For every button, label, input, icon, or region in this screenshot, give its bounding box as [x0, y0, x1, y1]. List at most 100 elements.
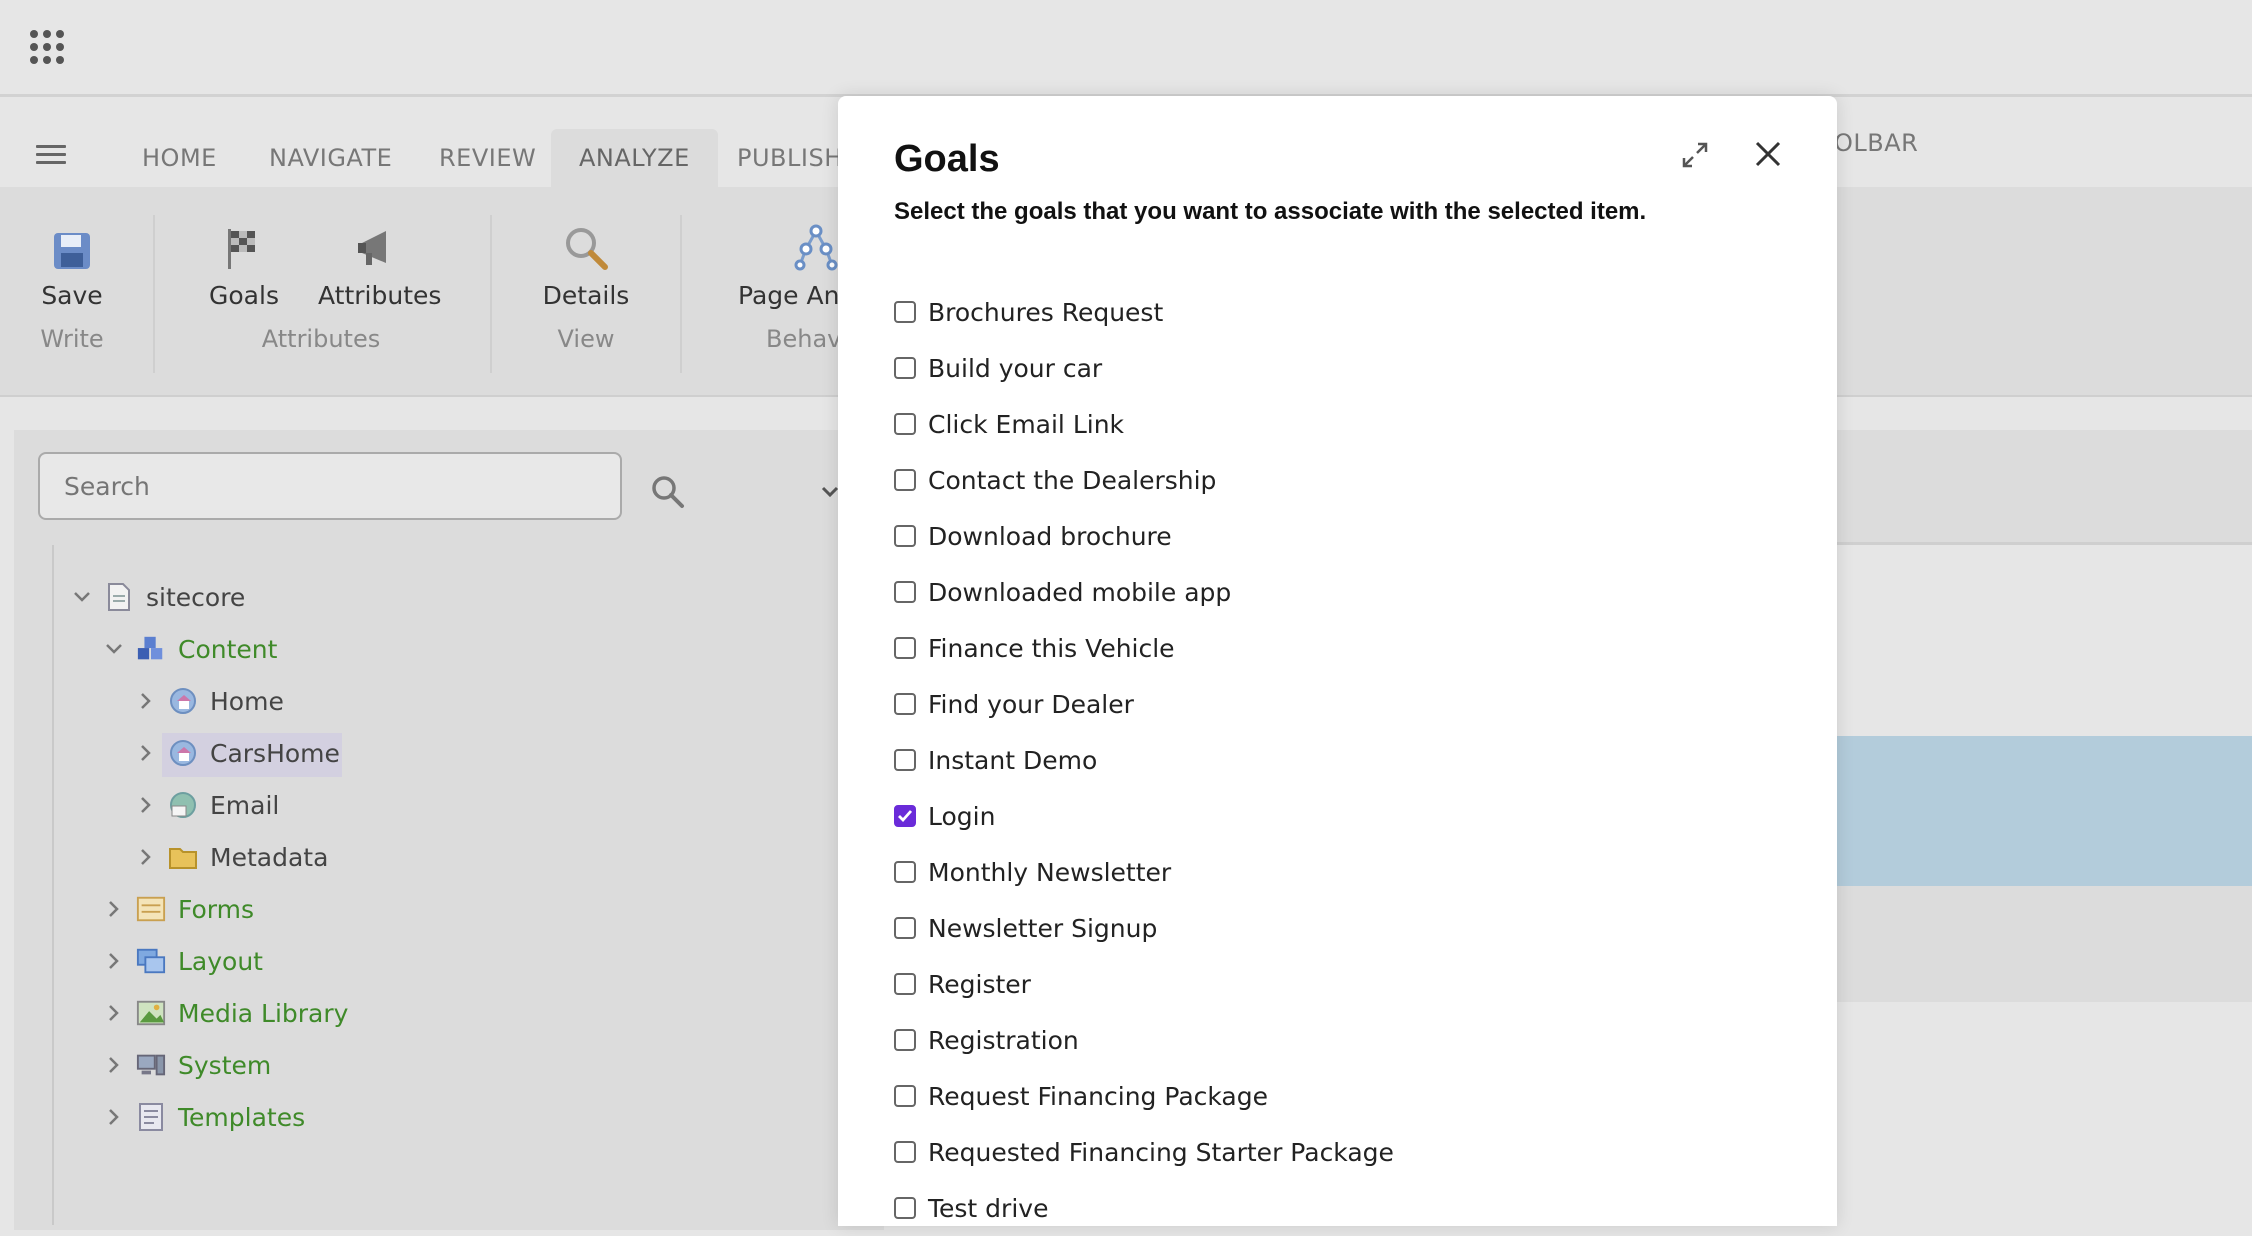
goal-checkbox-row[interactable]: Find your Dealer: [894, 676, 1394, 732]
chevron-right-icon[interactable]: [132, 848, 160, 866]
tree-node-label: CarsHome: [210, 738, 340, 768]
chevron-down-icon[interactable]: [68, 591, 96, 603]
checkbox[interactable]: [894, 861, 916, 883]
chevron-down-icon[interactable]: [820, 484, 840, 503]
goal-checkbox-row[interactable]: Finance this Vehicle: [894, 620, 1394, 676]
chevron-right-icon[interactable]: [100, 1004, 128, 1022]
checkbox[interactable]: [894, 1029, 916, 1051]
folder-icon: [168, 842, 198, 872]
chevron-right-icon[interactable]: [132, 744, 160, 762]
chevron-right-icon[interactable]: [100, 952, 128, 970]
checkbox[interactable]: [894, 525, 916, 547]
checkbox[interactable]: [894, 413, 916, 435]
editor-band: [1836, 886, 2252, 1002]
tab-toolbar-fragment[interactable]: OLBAR: [1834, 129, 1918, 157]
page-analyzer-button[interactable]: Page Ana: [738, 217, 855, 310]
goal-label: Download brochure: [928, 521, 1172, 551]
goal-checkbox-row[interactable]: Build your car: [894, 340, 1394, 396]
goal-checkbox-row[interactable]: Request Financing Package: [894, 1068, 1394, 1124]
goals-button[interactable]: Goals: [204, 217, 284, 310]
goal-checkbox-row[interactable]: Login: [894, 788, 1394, 844]
checkbox[interactable]: [894, 749, 916, 771]
tree-node-label: Metadata: [210, 842, 329, 872]
tab-review[interactable]: REVIEW: [411, 129, 564, 187]
goal-checkbox-row[interactable]: Requested Financing Starter Package: [894, 1124, 1394, 1180]
tree-node-label: sitecore: [146, 582, 246, 612]
tree-node-carshome[interactable]: CarsHome: [132, 731, 340, 775]
goal-checkbox-row[interactable]: Instant Demo: [894, 732, 1394, 788]
checkbox[interactable]: [894, 917, 916, 939]
tree-node-label: Media Library: [178, 998, 349, 1028]
tab-analyze[interactable]: ANALYZE: [551, 129, 718, 187]
tab-home[interactable]: HOME: [114, 129, 245, 187]
search-icon[interactable]: [650, 474, 686, 514]
close-icon[interactable]: [1752, 138, 1784, 174]
goal-checkbox-row[interactable]: Newsletter Signup: [894, 900, 1394, 956]
expand-icon[interactable]: [1680, 140, 1710, 174]
tree-node-system[interactable]: System: [100, 1043, 271, 1087]
checkbox[interactable]: [894, 637, 916, 659]
image-icon: [136, 998, 166, 1028]
checkbox[interactable]: [894, 301, 916, 323]
tree-node-layout[interactable]: Layout: [100, 939, 263, 983]
goal-label: Requested Financing Starter Package: [928, 1137, 1394, 1167]
checkbox[interactable]: [894, 469, 916, 491]
tree-node-label: Email: [210, 790, 280, 820]
goal-checkbox-row[interactable]: Download brochure: [894, 508, 1394, 564]
globe-home-icon: [168, 738, 198, 768]
checkbox[interactable]: [894, 693, 916, 715]
checkbox[interactable]: [894, 1197, 916, 1219]
chevron-right-icon[interactable]: [132, 692, 160, 710]
chevron-down-icon[interactable]: [100, 643, 128, 655]
details-label: Details: [542, 281, 630, 310]
tree-node-media-library[interactable]: Media Library: [100, 991, 348, 1035]
tree-node-label: Templates: [178, 1102, 306, 1132]
goal-checkbox-row[interactable]: Register: [894, 956, 1394, 1012]
chevron-right-icon[interactable]: [100, 1056, 128, 1074]
editor-selected-band: [1836, 736, 2252, 886]
goal-checkbox-row[interactable]: Brochures Request: [894, 284, 1394, 340]
checkbox[interactable]: [894, 1085, 916, 1107]
chevron-right-icon[interactable]: [100, 1108, 128, 1126]
goals-label: Goals: [209, 281, 279, 310]
goal-label: Build your car: [928, 353, 1103, 383]
tree-node-home[interactable]: Home: [132, 679, 284, 723]
app-launcher-icon[interactable]: [30, 30, 64, 64]
save-button[interactable]: Save: [36, 217, 108, 310]
chevron-right-icon[interactable]: [132, 796, 160, 814]
checkbox[interactable]: [894, 1141, 916, 1163]
editor-header-band: [1836, 430, 2252, 545]
form-icon: [136, 894, 166, 924]
checkbox[interactable]: [894, 357, 916, 379]
goal-checkbox-row[interactable]: Click Email Link: [894, 396, 1394, 452]
tree-node-sitecore[interactable]: sitecore: [68, 575, 245, 619]
tree-node-email[interactable]: Email: [132, 783, 279, 827]
attributes-button[interactable]: Attributes: [318, 217, 441, 310]
cubes-icon: [136, 634, 166, 664]
tab-navigate[interactable]: NAVIGATE: [241, 129, 420, 187]
hamburger-menu-icon[interactable]: [36, 145, 66, 165]
goal-checkbox-row[interactable]: Downloaded mobile app: [894, 564, 1394, 620]
tree-node-content[interactable]: Content: [100, 627, 277, 671]
goal-checkbox-row[interactable]: Monthly Newsletter: [894, 844, 1394, 900]
details-button[interactable]: Details: [540, 217, 632, 310]
checkbox[interactable]: [894, 973, 916, 995]
tree-node-forms[interactable]: Forms: [100, 887, 254, 931]
goal-label: Register: [928, 969, 1031, 999]
tree-node-metadata[interactable]: Metadata: [132, 835, 328, 879]
checkered-flag-icon: [228, 229, 255, 269]
ribbon-group-attributes: Attributes: [261, 325, 381, 353]
goal-label: Contact the Dealership: [928, 465, 1217, 495]
goal-label: Monthly Newsletter: [928, 857, 1172, 887]
goal-checkbox-row[interactable]: Test drive: [894, 1180, 1394, 1236]
goal-checkbox-row[interactable]: Contact the Dealership: [894, 452, 1394, 508]
checkbox-checked[interactable]: [894, 805, 916, 827]
chevron-right-icon[interactable]: [100, 900, 128, 918]
search-input[interactable]: [38, 452, 622, 520]
tree-node-templates[interactable]: Templates: [100, 1095, 305, 1139]
goal-checkbox-row[interactable]: Registration: [894, 1012, 1394, 1068]
checkbox[interactable]: [894, 581, 916, 603]
goal-label: Click Email Link: [928, 409, 1125, 439]
goal-label: Brochures Request: [928, 297, 1164, 327]
template-icon: [136, 1102, 166, 1132]
